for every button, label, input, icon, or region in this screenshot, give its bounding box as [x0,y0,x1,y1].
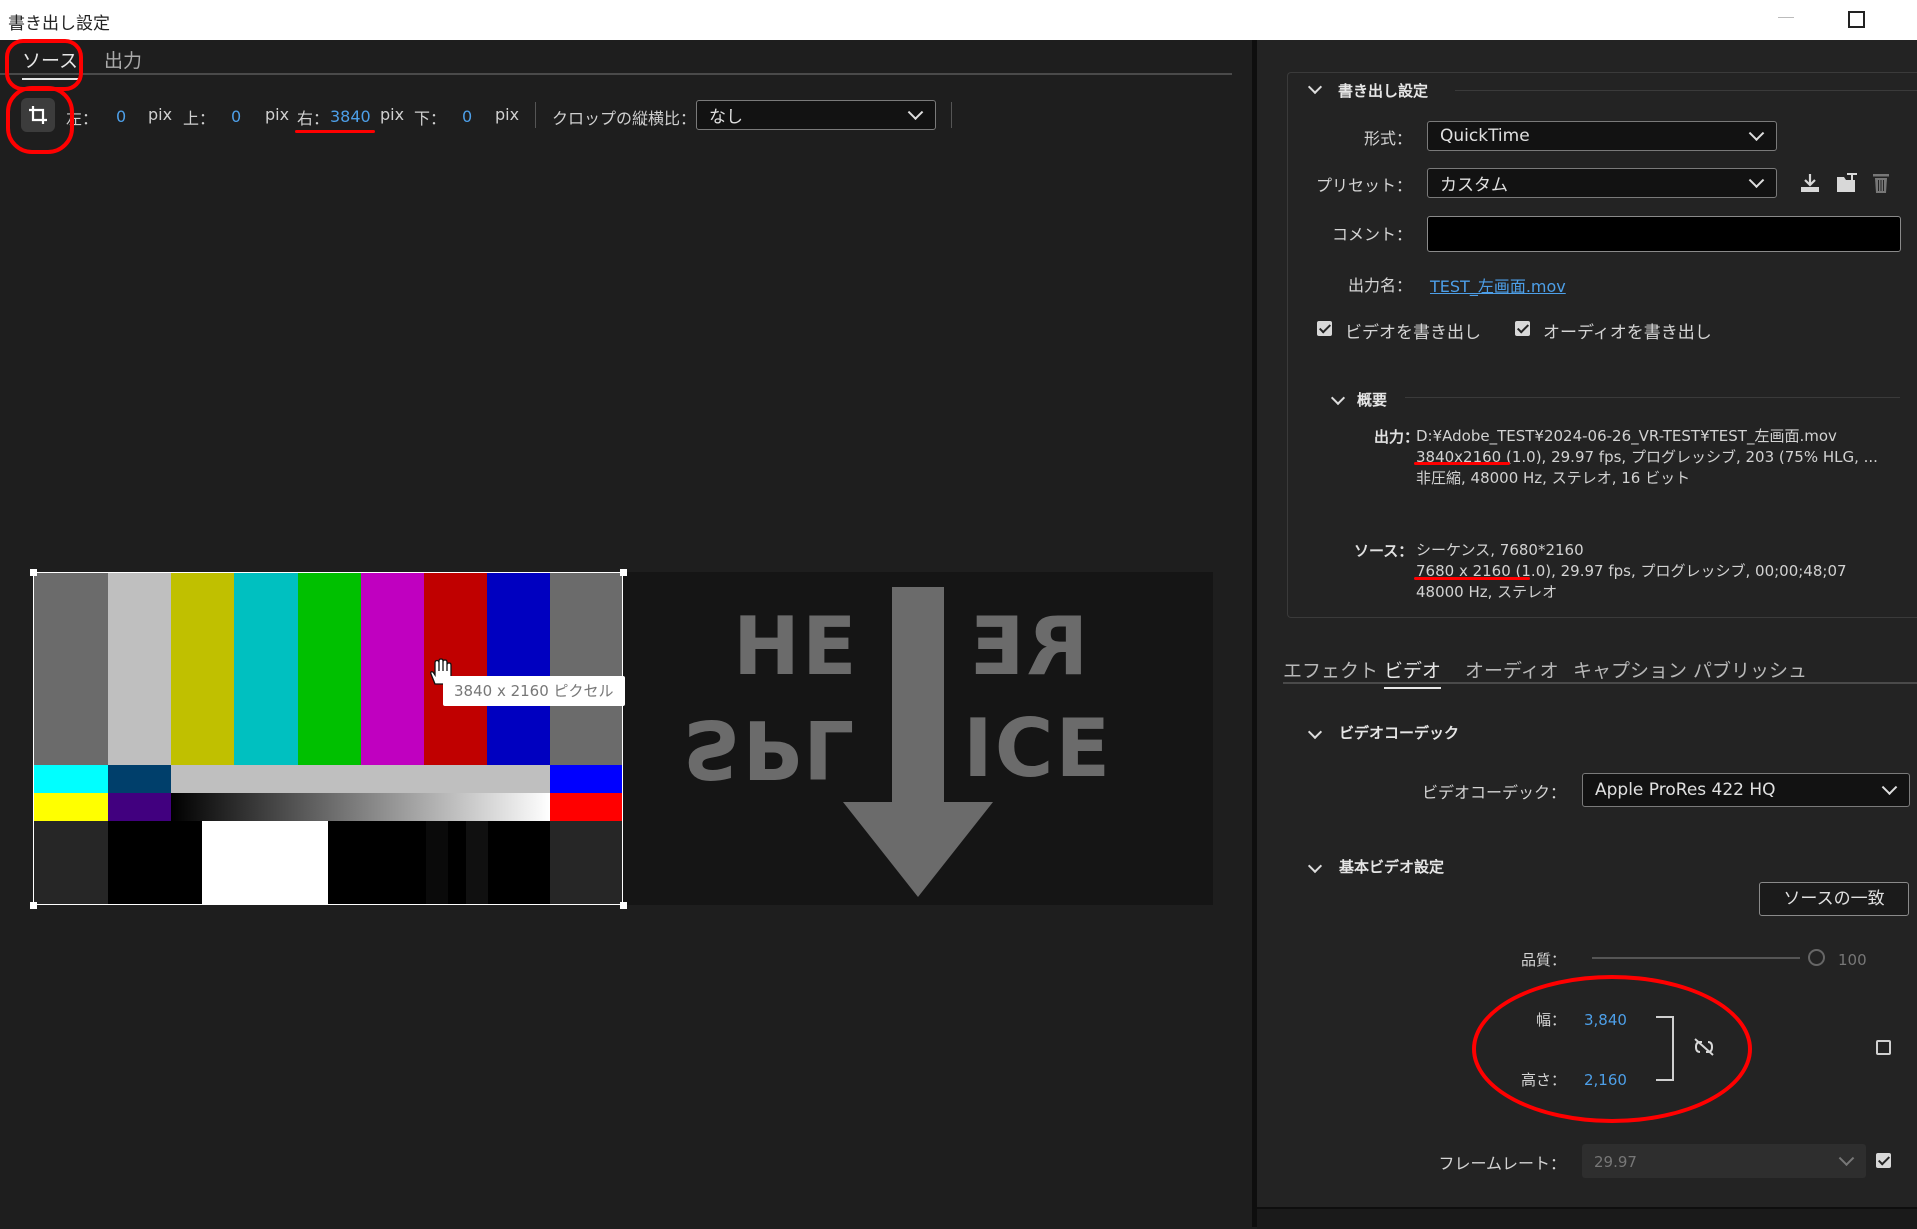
slate-text-bottom-left: SPL [683,702,857,795]
import-preset-icon[interactable] [1835,172,1859,194]
crop-left-unit: pix [148,105,173,124]
crop-ratio-label: クロップの縦横比： [552,109,697,128]
export-video-label: ビデオを書き出し [1345,323,1481,343]
tab-caption[interactable]: キャプション [1573,656,1687,683]
crop-handle-top-right[interactable] [620,569,627,576]
output-name-link[interactable]: TEST_左画面.mov [1430,273,1566,297]
export-audio-checkbox[interactable] [1515,321,1530,336]
quality-value: 100 [1838,951,1867,969]
summary-source-line: シーケンス, 7680*2160 [1416,541,1584,559]
output-name-label: 出力名： [1347,276,1412,295]
chevron-down-icon [1748,172,1765,189]
crop-top-value[interactable]: 0 [231,107,241,126]
crop-ratio-value: なし [709,107,743,128]
splice-slate: HE RE SPL ICE [623,572,1213,905]
crop-right-label: 右： [297,109,330,128]
tab-video[interactable]: ビデオ [1384,656,1442,689]
summary-output-line: D:¥Adobe_TEST¥2024-06-26_VR-TEST¥TEST_左画… [1416,427,1837,445]
save-preset-icon[interactable] [1799,172,1821,194]
toolbar-separator [951,102,952,128]
preset-value: カスタム [1440,175,1508,196]
slate-text-top-left: HE [733,600,859,693]
crop-handle-bottom-right[interactable] [620,902,627,909]
tab-output[interactable]: 出力 [104,46,142,73]
tab-divider [0,73,1232,75]
format-dropdown[interactable]: QuickTime [1427,121,1777,151]
summary-output-line: 非圧縮, 48000 Hz, ステレオ, 16 ビット [1416,469,1691,487]
preset-dropdown[interactable]: カスタム [1427,168,1777,198]
slate-text-top-right: RE [968,600,1089,693]
annotation-circle-dimensions [1472,975,1752,1123]
trash-icon[interactable] [1871,171,1891,195]
framerate-dropdown[interactable]: 29.97 [1582,1144,1866,1178]
crop-handle-top-left[interactable] [30,569,37,576]
crop-size-tooltip: 3840 x 2160 ピクセル [443,676,625,706]
comment-field[interactable] [1427,216,1901,252]
comment-label: コメント： [1331,225,1412,244]
minimize-icon[interactable] [1778,17,1794,18]
format-label: 形式： [1363,129,1412,148]
crop-bottom-unit: pix [495,105,520,124]
framerate-value: 29.97 [1594,1153,1637,1171]
chevron-down-icon [907,104,924,121]
framerate-checkbox[interactable] [1876,1153,1891,1168]
tab-audio[interactable]: オーディオ [1465,656,1559,683]
title-bar: 書き出し設定 [0,0,1917,40]
export-settings-title: 書き出し設定 [1338,82,1429,100]
export-settings-box [1287,72,1917,618]
basic-video-title: 基本ビデオ設定 [1339,858,1445,876]
quality-slider-thumb[interactable] [1808,949,1825,966]
window-title: 書き出し設定 [8,14,110,34]
crop-ratio-dropdown[interactable]: なし [696,100,936,130]
quality-slider-track[interactable] [1592,957,1800,959]
maximize-icon[interactable] [1848,11,1865,28]
crop-top-unit: pix [265,105,290,124]
match-source-button[interactable]: ソースの一致 [1759,882,1909,916]
video-codec-value: Apple ProRes 422 HQ [1595,780,1776,800]
summary-source-label: ソース： [1354,542,1414,560]
crop-top-label: 上： [183,109,216,128]
tab-publish[interactable]: パブリッシュ [1693,656,1807,683]
section-rule [1405,397,1900,398]
video-codec-dropdown[interactable]: Apple ProRes 422 HQ [1582,773,1910,807]
crop-right-value[interactable]: 3840 [330,107,371,126]
aspect-checkbox[interactable] [1876,1040,1891,1055]
annotation-circle-source-tab [5,39,83,91]
toolbar-separator [535,102,536,128]
annotation-underline-right-crop [295,130,375,133]
video-codec-title: ビデオコーデック [1339,724,1460,742]
crop-handle-bottom-left[interactable] [30,902,37,909]
annotation-underline-source-size [1414,577,1530,580]
crop-bottom-value[interactable]: 0 [462,107,472,126]
framerate-label: フレームレート： [1438,1154,1566,1173]
quality-label: 品質： [1520,951,1566,969]
annotation-underline-output-size [1414,462,1510,465]
section-rule [1455,90,1917,91]
crop-right-unit: pix [380,105,405,124]
tab-effect[interactable]: エフェクト [1283,656,1378,683]
tab-divider [1283,682,1917,684]
format-value: QuickTime [1440,126,1530,146]
summary-output-label: 出力： [1374,428,1420,446]
chevron-down-icon [1881,779,1898,796]
export-audio-label: オーディオを書き出し [1543,323,1712,343]
annotation-circle-crop-tool [6,86,74,154]
chevron-down-icon [1838,1150,1855,1167]
crop-bottom-label: 下： [414,109,447,128]
preset-label: プリセット： [1315,176,1412,195]
slate-text-bottom-right: ICE [963,702,1113,795]
crop-left-value[interactable]: 0 [116,107,126,126]
export-video-checkbox[interactable] [1317,321,1332,336]
panel-footer [1257,1207,1917,1229]
summary-source-line: 48000 Hz, ステレオ [1416,583,1558,601]
video-codec-label: ビデオコーデック： [1421,783,1566,802]
chevron-down-icon [1748,125,1765,142]
crop-frame[interactable] [33,572,623,905]
summary-title: 概要 [1357,391,1388,409]
